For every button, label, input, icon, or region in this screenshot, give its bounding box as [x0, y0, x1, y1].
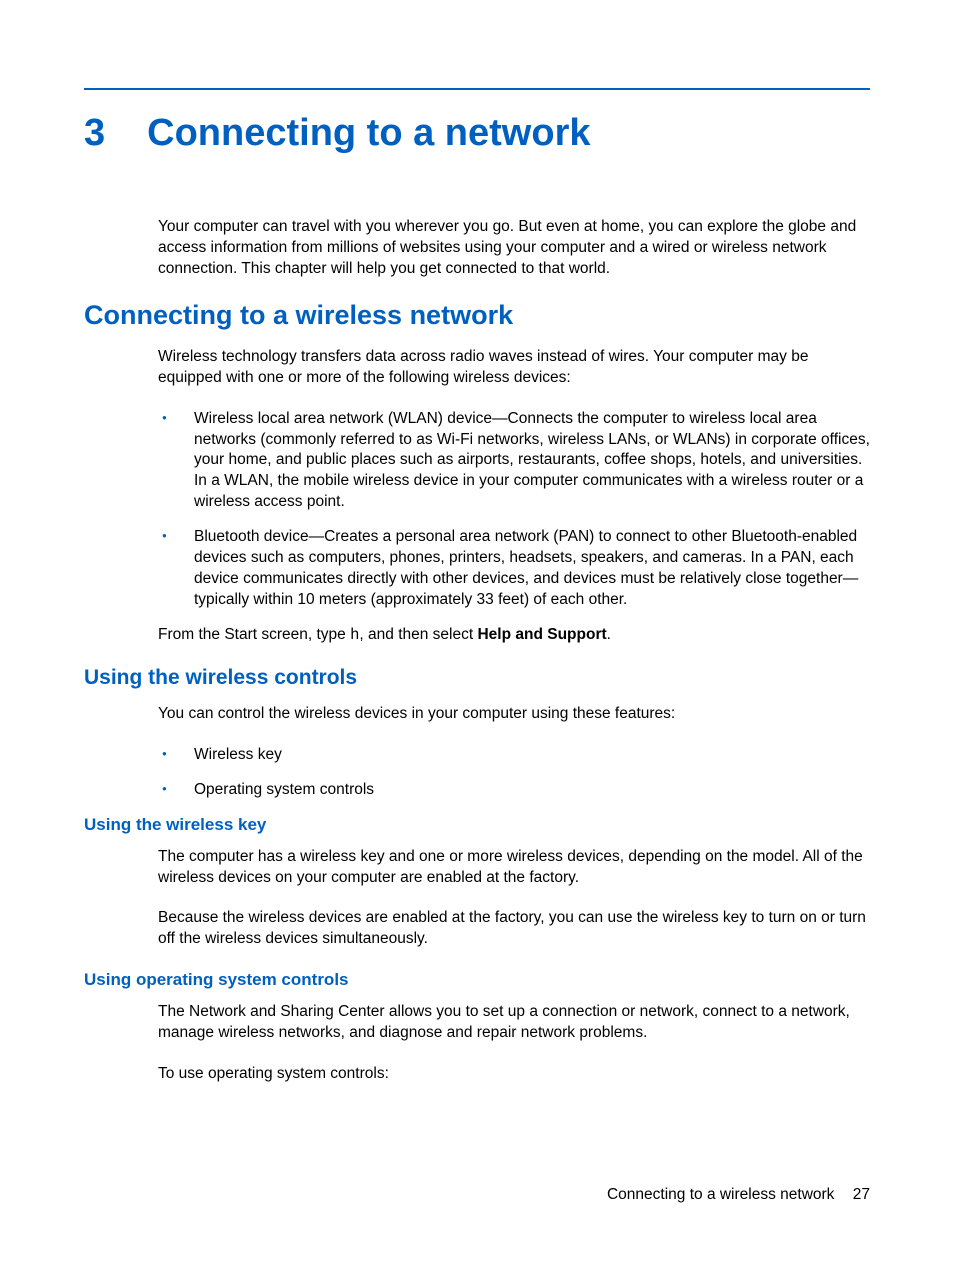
list-item: Bluetooth device—Creates a personal area… [158, 527, 870, 611]
subsection-heading-controls: Using the wireless controls [84, 666, 870, 690]
os-controls-para2: To use operating system controls: [158, 1064, 870, 1085]
wireless-intro-paragraph: Wireless technology transfers data acros… [158, 347, 870, 389]
wireless-key-para2: Because the wireless devices are enabled… [158, 908, 870, 950]
page-footer: Connecting to a wireless network 27 [607, 1186, 870, 1204]
controls-list: Wireless key Operating system controls [158, 745, 870, 801]
footer-section-title: Connecting to a wireless network [607, 1186, 834, 1203]
chapter-heading: 3 Connecting to a network [84, 112, 870, 155]
section-heading-wireless: Connecting to a wireless network [84, 300, 870, 331]
wireless-device-list: Wireless local area network (WLAN) devic… [158, 409, 870, 611]
subsub-heading-wireless-key: Using the wireless key [84, 815, 870, 835]
chapter-number: 3 [84, 112, 105, 155]
help-support-paragraph: From the Start screen, type h, and then … [158, 625, 870, 646]
list-item: Operating system controls [158, 780, 870, 801]
controls-intro-paragraph: You can control the wireless devices in … [158, 704, 870, 725]
intro-paragraph: Your computer can travel with you wherev… [158, 217, 870, 280]
page-content: 3 Connecting to a network Your computer … [0, 0, 954, 1085]
chapter-rule [84, 88, 870, 90]
text-fragment: From the Start screen, type [158, 626, 350, 643]
list-item: Wireless local area network (WLAN) devic… [158, 409, 870, 514]
os-controls-para1: The Network and Sharing Center allows yo… [158, 1002, 870, 1044]
wireless-key-para1: The computer has a wireless key and one … [158, 847, 870, 889]
subsub-heading-os-controls: Using operating system controls [84, 970, 870, 990]
text-fragment: , and then select [359, 626, 477, 643]
chapter-title: Connecting to a network [147, 112, 590, 155]
bold-text: Help and Support [477, 626, 606, 643]
text-fragment: . [607, 626, 611, 643]
list-item: Wireless key [158, 745, 870, 766]
page-number: 27 [853, 1186, 870, 1203]
